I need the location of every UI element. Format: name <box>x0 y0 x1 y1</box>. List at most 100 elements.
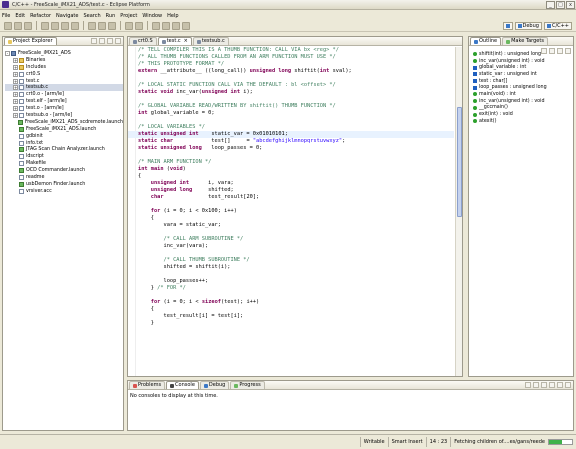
menu-project[interactable]: Project <box>120 13 137 19</box>
tree-item[interactable]: + test.c <box>5 78 123 85</box>
tree-item[interactable]: + crt0.S <box>5 71 123 78</box>
outline-item[interactable]: main(void) : int <box>473 91 571 98</box>
tab-make-targets[interactable]: Make Targets <box>502 37 548 45</box>
display-console-icon[interactable] <box>549 382 555 388</box>
status-background-task[interactable]: Fetching children of....es/gans/reede <box>450 437 576 447</box>
maximize-button[interactable]: □ <box>556 1 565 9</box>
outline-item[interactable]: exit(int) : void <box>473 111 571 118</box>
perspective-debug[interactable]: Debug <box>514 22 542 30</box>
outline-item[interactable]: __gccmain() <box>473 105 571 112</box>
menu-file[interactable]: File <box>2 13 10 19</box>
save-icon[interactable] <box>14 21 22 30</box>
tab-debug[interactable]: Debug <box>199 381 230 389</box>
expand-toggle-icon[interactable]: + <box>13 92 18 98</box>
maximize-view-icon[interactable] <box>565 382 571 388</box>
code-token: test_result[i] = test[i]; <box>138 313 244 319</box>
tree-item[interactable]: + testsub.o - [arm/le] <box>5 112 123 119</box>
tree-item[interactable]: Makefile <box>5 160 123 167</box>
tree-item[interactable]: FreeScale_iMX21_ADS.launch <box>5 126 123 133</box>
outline-item[interactable]: inc_var(unsigned int) : void <box>473 58 571 65</box>
tree-item[interactable]: - FreeScale_iMX21_ADS <box>5 50 123 57</box>
expand-toggle-icon[interactable]: - <box>5 50 10 56</box>
print-icon[interactable] <box>24 21 32 30</box>
expand-toggle-icon[interactable]: + <box>13 112 18 118</box>
menu-navigate[interactable]: Navigate <box>56 13 78 19</box>
code-area[interactable]: /* TELL COMPILER THIS IS A THUMB FUNCTIO… <box>128 47 454 376</box>
previous-annotation-icon[interactable] <box>162 21 170 30</box>
build-icon[interactable] <box>41 21 49 30</box>
tree-item[interactable]: JTAG Scan Chain Analyzer.launch <box>5 146 123 153</box>
new-icon[interactable] <box>4 21 12 30</box>
outline-item[interactable]: test : char[] <box>473 78 571 85</box>
link-editor-icon[interactable] <box>99 38 105 44</box>
tree-item[interactable]: FreeScale_iMX21_ADS_scdremote.launch <box>5 119 123 126</box>
tree-item[interactable]: + Binaries <box>5 57 123 64</box>
open-perspective-button[interactable] <box>502 22 513 30</box>
tab-progress[interactable]: Progress <box>230 381 265 389</box>
tree-item[interactable]: + test.elf - [arm/le] <box>5 98 123 105</box>
editor-tab[interactable]: test.c × <box>157 37 192 45</box>
tree-item[interactable]: + crt0.o - [arm/le] <box>5 91 123 98</box>
pin-console-icon[interactable] <box>541 382 547 388</box>
expand-toggle-icon[interactable]: + <box>13 78 18 84</box>
tree-item[interactable]: info.txt <box>5 140 123 147</box>
minimize-view-icon[interactable] <box>107 38 113 44</box>
new-class-icon[interactable] <box>71 21 79 30</box>
open-type-icon[interactable] <box>125 21 133 30</box>
tree-item[interactable]: usbDemon Finder.launch <box>5 181 123 188</box>
tab-problems[interactable]: Problems <box>129 381 166 389</box>
tree-item[interactable]: + test.o - [arm/le] <box>5 105 123 112</box>
tree-item[interactable]: gdbinit <box>5 133 123 140</box>
minimize-button[interactable]: _ <box>546 1 555 9</box>
tree-item[interactable]: + Includes <box>5 64 123 71</box>
function-icon <box>473 119 477 124</box>
maximize-view-icon[interactable] <box>115 38 121 44</box>
outline-item[interactable]: atexit() <box>473 118 571 125</box>
close-button[interactable]: x <box>566 1 575 9</box>
expand-toggle-icon[interactable]: + <box>13 64 18 70</box>
outline-item[interactable]: loop_passes : unsigned long <box>473 84 571 91</box>
menu-search[interactable]: Search <box>83 13 100 19</box>
debug-icon[interactable] <box>88 21 96 30</box>
back-icon[interactable] <box>172 21 180 30</box>
expand-toggle-icon[interactable]: + <box>13 99 18 105</box>
scroll-lock-icon[interactable] <box>533 382 539 388</box>
next-annotation-icon[interactable] <box>152 21 160 30</box>
tab-console[interactable]: Console <box>166 381 199 389</box>
outline-item[interactable]: global_variable : int <box>473 64 571 71</box>
menu-run[interactable]: Run <box>106 13 116 19</box>
forward-icon[interactable] <box>182 21 190 30</box>
editor-tab[interactable]: testsub.c <box>192 37 229 45</box>
tree-item[interactable]: readme <box>5 174 123 181</box>
external-tools-icon[interactable] <box>108 21 116 30</box>
expand-toggle-icon[interactable]: + <box>13 85 18 91</box>
collapse-all-icon[interactable] <box>91 38 97 44</box>
menu-edit[interactable]: Edit <box>15 13 25 19</box>
tree-item[interactable]: ldscript <box>5 153 123 160</box>
menu-window[interactable]: Window <box>142 13 162 19</box>
editor-vertical-scrollbar[interactable] <box>455 47 462 376</box>
build-all-icon[interactable] <box>51 21 59 30</box>
perspective-cpp[interactable]: C/C++ <box>543 22 572 30</box>
tree-item[interactable]: OCD Commander.launch <box>5 167 123 174</box>
outline-item[interactable]: inc_var(unsigned int) : void <box>473 98 571 105</box>
menu-help[interactable]: Help <box>167 13 178 19</box>
editor-tab[interactable]: crt0.S <box>129 37 157 45</box>
tree-item[interactable]: + testsub.c <box>5 84 123 92</box>
new-project-icon[interactable] <box>61 21 69 30</box>
expand-toggle-icon[interactable]: + <box>13 71 18 77</box>
scrollbar-thumb[interactable] <box>457 107 462 217</box>
expand-toggle-icon[interactable]: + <box>13 57 18 63</box>
clear-console-icon[interactable] <box>525 382 531 388</box>
menu-refactor[interactable]: Refactor <box>30 13 51 19</box>
tab-project-explorer[interactable]: Project Explorer <box>4 37 57 45</box>
outline-item[interactable]: static_var : unsigned int <box>473 71 571 78</box>
minimize-view-icon[interactable] <box>557 382 563 388</box>
search-icon[interactable] <box>135 21 143 30</box>
tab-outline[interactable]: Outline <box>470 37 502 45</box>
tree-item[interactable]: vrsiver.acc <box>5 188 123 195</box>
expand-toggle-icon[interactable]: + <box>13 106 18 112</box>
outline-item[interactable]: shiftit(int) : unsigned long <box>473 51 571 58</box>
run-icon[interactable] <box>98 21 106 30</box>
close-tab-icon[interactable]: × <box>184 38 188 45</box>
